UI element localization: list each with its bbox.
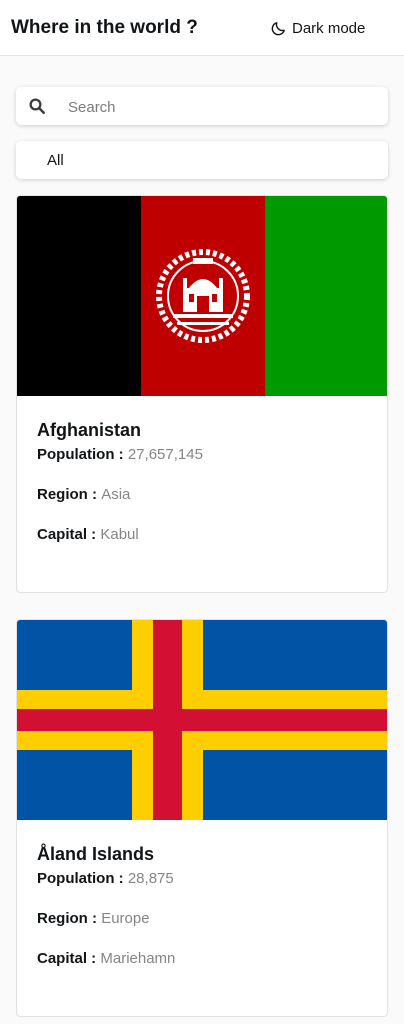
search-input[interactable] bbox=[66, 87, 370, 127]
country-name: Åland Islands bbox=[37, 844, 155, 864]
country-card[interactable]: Afghanistan Population : 27,657,145 Regi… bbox=[16, 195, 388, 593]
population-row: Population : 27,657,145 bbox=[37, 446, 203, 463]
moon-icon bbox=[271, 21, 285, 35]
capital-row: Capital : Kabul bbox=[37, 526, 139, 543]
search-box bbox=[16, 87, 388, 127]
region-row: Region : Asia bbox=[37, 486, 130, 503]
region-value: Europe bbox=[101, 910, 150, 927]
capital-label: Capital bbox=[37, 950, 88, 967]
app-header: Where in the world ? Dark mode bbox=[0, 0, 404, 56]
capital-value: Mariehamn bbox=[100, 950, 176, 967]
search-icon bbox=[29, 98, 45, 114]
country-name: Afghanistan bbox=[37, 420, 142, 440]
capital-row: Capital : Mariehamn bbox=[37, 950, 175, 967]
capital-label: Capital bbox=[37, 526, 88, 543]
region-label: Region bbox=[37, 910, 88, 927]
flag-afghanistan bbox=[17, 196, 387, 396]
region-row: Region : Europe bbox=[37, 910, 150, 927]
capital-value: Kabul bbox=[100, 526, 139, 543]
label-separator: : bbox=[87, 526, 101, 543]
region-filter-value: All bbox=[47, 152, 64, 169]
population-label: Population bbox=[37, 870, 115, 887]
population-row: Population : 28,875 bbox=[37, 870, 174, 887]
dark-mode-toggle[interactable]: Dark mode bbox=[270, 17, 365, 39]
label-separator: : bbox=[87, 950, 101, 967]
app-title: Where in the world ? bbox=[11, 17, 198, 38]
label-separator: : bbox=[87, 486, 102, 503]
dark-mode-label: Dark mode bbox=[292, 19, 366, 37]
flag-aland-islands bbox=[17, 620, 387, 820]
population-label: Population bbox=[37, 446, 115, 463]
label-separator: : bbox=[114, 446, 128, 463]
population-value: 27,657,145 bbox=[127, 446, 203, 463]
population-value: 28,875 bbox=[127, 870, 174, 887]
region-filter-dropdown[interactable]: All bbox=[16, 141, 388, 179]
label-separator: : bbox=[114, 870, 128, 887]
region-value: Asia bbox=[101, 486, 131, 503]
label-separator: : bbox=[87, 910, 102, 927]
country-card[interactable]: Åland Islands Population : 28,875 Region… bbox=[16, 619, 388, 1017]
region-label: Region bbox=[37, 486, 88, 503]
